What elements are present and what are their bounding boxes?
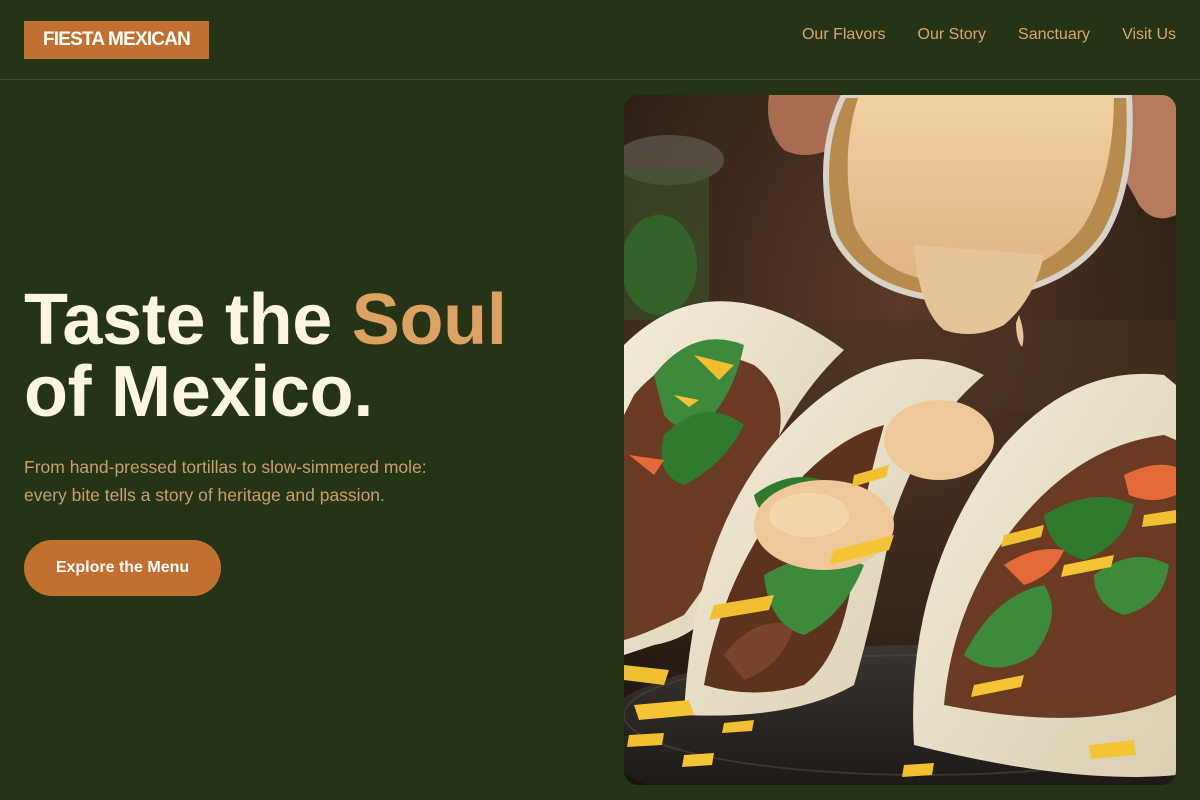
hero-image [624, 95, 1176, 785]
main-nav: Our Flavors Our Story Sanctuary Visit Us [802, 26, 1176, 44]
hero-subtitle: From hand-pressed tortillas to slow-simm… [24, 453, 494, 509]
hero-title-part1: Taste the [24, 280, 352, 360]
nav-link-visit-us[interactable]: Visit Us [1122, 26, 1176, 44]
hero-title: Taste the Soul of Mexico. [24, 284, 507, 428]
hero-subtitle-line2: every bite tells a story of heritage and… [24, 485, 385, 505]
hero-subtitle-line1: From hand-pressed tortillas to slow-simm… [24, 457, 427, 477]
nav-link-sanctuary[interactable]: Sanctuary [1018, 26, 1090, 44]
nav-link-our-flavors[interactable]: Our Flavors [802, 26, 886, 44]
tacos-illustration [624, 95, 1176, 785]
site-header: FIESTA MEXICAN Our Flavors Our Story San… [0, 0, 1200, 80]
hero-title-accent: Soul [351, 280, 507, 360]
explore-menu-button[interactable]: Explore the Menu [24, 540, 221, 596]
nav-link-our-story[interactable]: Our Story [918, 26, 986, 44]
brand-logo[interactable]: FIESTA MEXICAN [24, 21, 209, 59]
hero-title-part2: of Mexico. [24, 352, 374, 432]
